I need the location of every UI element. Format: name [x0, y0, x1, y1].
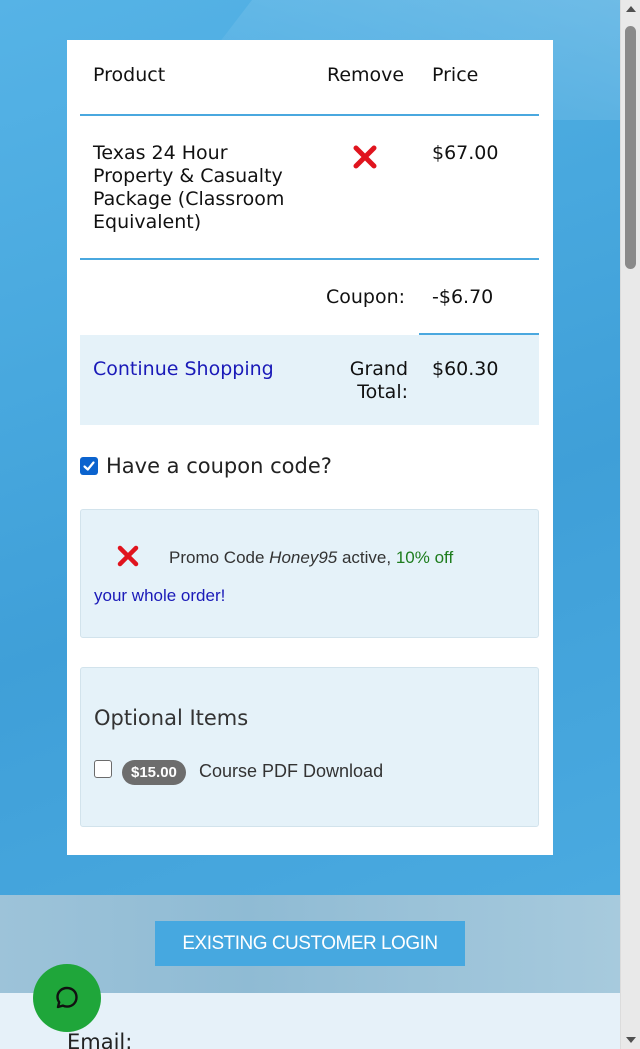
item-price: $67.00 [432, 142, 499, 164]
product-name: Texas 24 Hour Property & Casualty Packag… [93, 142, 303, 234]
coupon-checkbox[interactable] [80, 457, 98, 475]
promo-message-suffix: your whole order! [94, 586, 226, 605]
email-label: Email: [67, 1030, 133, 1049]
continue-shopping-link[interactable]: Continue Shopping [93, 358, 274, 380]
scrollbar[interactable] [620, 0, 640, 1049]
optional-items-box [80, 667, 539, 827]
grand-total-label: Grand Total: [330, 358, 408, 404]
scroll-thumb[interactable] [625, 26, 636, 269]
product-name-line: Package (Classroom [93, 188, 285, 210]
remove-promo-x-icon[interactable] [115, 543, 141, 569]
optional-item-price-badge: $15.00 [122, 760, 186, 785]
optional-items-title: Optional Items [94, 706, 249, 730]
header-remove: Remove [327, 64, 405, 86]
grand-total-label-line: Grand [349, 358, 408, 380]
coupon-value: -$6.70 [432, 286, 494, 308]
item-divider [80, 258, 539, 260]
promo-message: Promo Code Honey95 active, 10% off [169, 548, 453, 568]
coupon-checkbox-label[interactable]: Have a coupon code? [106, 454, 332, 478]
header-divider [80, 114, 539, 116]
remove-item-x-icon[interactable] [351, 143, 379, 171]
scroll-down-arrow-icon[interactable] [626, 1037, 636, 1043]
product-name-line: Equivalent) [93, 211, 202, 233]
header-price: Price [432, 64, 479, 86]
chat-button[interactable] [33, 964, 101, 1032]
chat-bubble-icon [56, 986, 78, 1009]
scroll-up-arrow-icon[interactable] [626, 6, 636, 12]
promo-discount: 10% off [395, 548, 454, 567]
promo-code-box [80, 509, 539, 638]
checkmark-icon [83, 461, 95, 471]
header-product: Product [93, 64, 166, 86]
grand-total-label-line: Total: [357, 381, 408, 403]
existing-customer-login-button[interactable]: EXISTING CUSTOMER LOGIN [155, 921, 465, 966]
coupon-toggle-row[interactable]: Have a coupon code? [80, 452, 332, 480]
optional-item-checkbox[interactable] [94, 760, 112, 778]
promo-code: Honey95 [269, 548, 338, 567]
grand-total-row [80, 335, 539, 425]
product-name-line: Texas 24 Hour [93, 142, 228, 164]
optional-item-label[interactable]: Course PDF Download [199, 761, 383, 782]
promo-prefix: Promo Code [169, 548, 270, 567]
coupon-label: Coupon: [326, 286, 406, 308]
grand-total-value: $60.30 [432, 358, 499, 380]
product-name-line: Property & Casualty [93, 165, 283, 187]
promo-middle: active, [337, 548, 396, 567]
